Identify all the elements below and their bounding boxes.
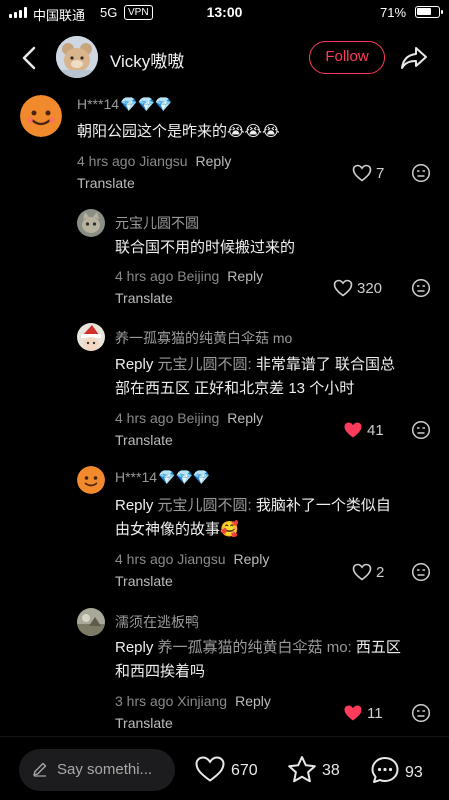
like-button[interactable]: 11 bbox=[343, 704, 383, 722]
comment-input-placeholder: Say somethi... bbox=[57, 761, 153, 778]
commenter-name[interactable]: 濡须在逃板鸭 bbox=[115, 612, 199, 632]
comment-meta: 3 hrs ago Xinjiang Reply bbox=[115, 693, 271, 709]
dislike-face-icon[interactable] bbox=[411, 703, 431, 723]
landscape-photo-avatar-icon bbox=[77, 608, 105, 636]
bottom-bar: Say somethi... 670 38 93 bbox=[0, 736, 449, 800]
reply-to-name[interactable]: 养一孤寡猫的纯黄白伞菇 mo: bbox=[158, 639, 352, 656]
reply-button[interactable]: Reply bbox=[235, 693, 271, 709]
star-outline-icon bbox=[288, 756, 316, 783]
favorite-count-button[interactable]: 38 bbox=[287, 755, 340, 783]
comment-text: Reply 养一孤寡猫的纯黄白伞菇 mo: 西五区 和西四挨着吗 bbox=[115, 639, 401, 680]
pencil-icon bbox=[33, 762, 47, 777]
translate-button[interactable]: Translate bbox=[115, 715, 173, 731]
heart-filled-icon bbox=[344, 705, 362, 721]
speech-bubble-icon bbox=[371, 757, 399, 783]
reply-prefix: Reply bbox=[115, 639, 154, 656]
comment-input[interactable]: Say somethi... bbox=[19, 749, 175, 791]
reply-item: 濡须在逃板鸭 Reply 养一孤寡猫的纯黄白伞菇 mo: 西五区 和西四挨着吗 … bbox=[0, 0, 449, 735]
comment-count-button[interactable]: 93 bbox=[370, 755, 423, 785]
heart-outline-icon bbox=[195, 756, 225, 782]
like-count-button[interactable]: 670 bbox=[194, 755, 258, 783]
commenter-avatar[interactable] bbox=[77, 608, 105, 636]
